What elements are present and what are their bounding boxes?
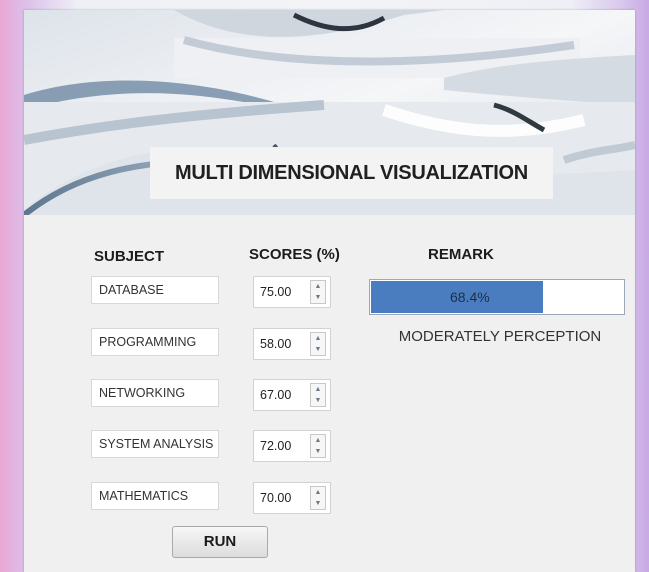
spinner-up-icon[interactable]: ▲ xyxy=(311,487,325,498)
remark-header: REMARK xyxy=(428,246,494,263)
spinner-down-icon[interactable]: ▼ xyxy=(311,446,325,457)
spinner-arrows[interactable]: ▲ ▼ xyxy=(310,280,326,304)
subject-field-networking[interactable]: NETWORKING xyxy=(91,379,219,407)
scores-header: SCORES (%) xyxy=(249,246,340,263)
spinner-up-icon[interactable]: ▲ xyxy=(311,333,325,344)
banner-image: MULTI DIMENSIONAL VISUALIZATION xyxy=(24,10,635,215)
score-spinner-networking[interactable]: 67.00 ▲ ▼ xyxy=(253,379,331,411)
run-button[interactable]: RUN xyxy=(172,526,268,558)
score-value: 70.00 xyxy=(260,491,292,505)
spinner-down-icon[interactable]: ▼ xyxy=(311,395,325,406)
score-value: 67.00 xyxy=(260,388,292,402)
score-value: 58.00 xyxy=(260,337,292,351)
subject-field-system-analysis[interactable]: SYSTEM ANALYSIS xyxy=(91,430,219,458)
score-spinner-programming[interactable]: 58.00 ▲ ▼ xyxy=(253,328,331,360)
score-spinner-system-analysis[interactable]: 72.00 ▲ ▼ xyxy=(253,430,331,462)
spinner-up-icon[interactable]: ▲ xyxy=(311,384,325,395)
score-spinner-database[interactable]: 75.00 ▲ ▼ xyxy=(253,276,331,308)
app-window: MULTI DIMENSIONAL VISUALIZATION SUBJECT … xyxy=(24,10,635,572)
score-value: 75.00 xyxy=(260,285,292,299)
spinner-arrows[interactable]: ▲ ▼ xyxy=(310,486,326,510)
remark-progress-bar: 68.4% xyxy=(369,279,625,315)
page-title: MULTI DIMENSIONAL VISUALIZATION xyxy=(150,147,553,199)
score-value: 72.00 xyxy=(260,439,292,453)
subject-field-mathematics[interactable]: MATHEMATICS xyxy=(91,482,219,510)
spinner-down-icon[interactable]: ▼ xyxy=(311,292,325,303)
subject-field-database[interactable]: DATABASE xyxy=(91,276,219,304)
spinner-up-icon[interactable]: ▲ xyxy=(311,435,325,446)
spinner-up-icon[interactable]: ▲ xyxy=(311,281,325,292)
spinner-arrows[interactable]: ▲ ▼ xyxy=(310,383,326,407)
remark-label: MODERATELY PERCEPTION xyxy=(398,328,602,345)
spinner-down-icon[interactable]: ▼ xyxy=(311,498,325,509)
spinner-arrows[interactable]: ▲ ▼ xyxy=(310,434,326,458)
subject-field-programming[interactable]: PROGRAMMING xyxy=(91,328,219,356)
spinner-arrows[interactable]: ▲ ▼ xyxy=(310,332,326,356)
progress-percent-label: 68.4% xyxy=(450,289,490,305)
spinner-down-icon[interactable]: ▼ xyxy=(311,344,325,355)
subject-header: SUBJECT xyxy=(94,248,165,265)
score-spinner-mathematics[interactable]: 70.00 ▲ ▼ xyxy=(253,482,331,514)
